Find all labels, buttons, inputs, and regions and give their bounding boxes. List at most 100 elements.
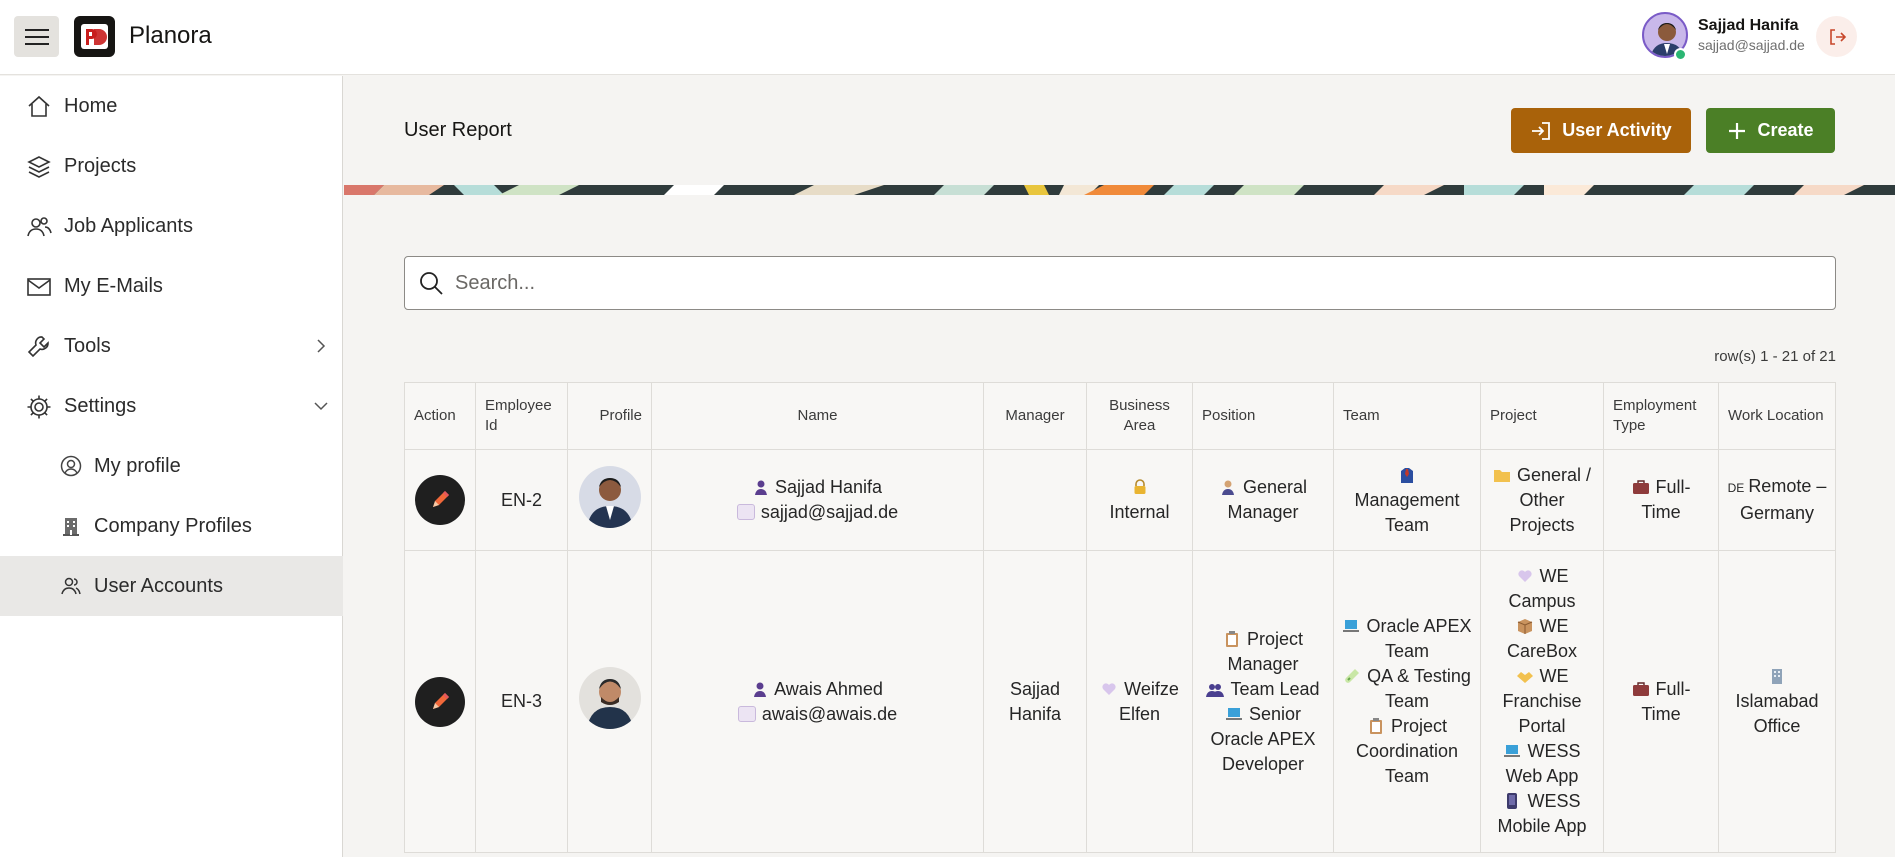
work-location-cell: Islamabad Office	[1718, 550, 1836, 853]
business-area-cell: Weifze Elfen	[1086, 550, 1193, 853]
briefcase-icon	[1632, 477, 1650, 494]
create-button[interactable]: Create	[1706, 108, 1835, 153]
nav-item-job-applicants[interactable]: Job Applicants	[0, 196, 343, 256]
col-header-profile[interactable]: Profile	[567, 382, 652, 450]
lock-icon	[1131, 477, 1149, 494]
clipboard-icon	[1223, 629, 1241, 647]
search-icon	[420, 272, 443, 295]
manager-person-icon	[1219, 477, 1237, 495]
nav-item-my-emails[interactable]: My E-Mails	[0, 256, 343, 316]
pencil-icon	[433, 491, 449, 507]
building-icon	[63, 518, 79, 536]
nav-item-user-accounts[interactable]: User Accounts	[0, 556, 343, 616]
employee-email[interactable]: awais@awais.de	[762, 704, 897, 724]
nav-item-my-profile[interactable]: My profile	[0, 436, 343, 496]
business-area-cell: Internal	[1086, 449, 1193, 551]
envelope-icon	[737, 705, 756, 722]
employee-id: EN-3	[475, 550, 568, 853]
plus-icon	[1729, 122, 1746, 139]
table-header-row: Action Employee Id Profile Name Manager …	[404, 382, 1836, 450]
pencil-icon	[433, 692, 449, 709]
layers-icon	[27, 156, 51, 178]
manager-cell	[983, 449, 1087, 551]
col-header-work-location[interactable]: Work Location	[1718, 382, 1836, 450]
hamburger-menu-button[interactable]	[14, 16, 59, 57]
chevron-down-icon	[314, 402, 328, 411]
position-cell: Project Manager Team Lead Senior Oracle …	[1192, 550, 1334, 853]
logout-button[interactable]	[1816, 16, 1857, 57]
home-icon	[28, 95, 50, 117]
col-header-employee-id[interactable]: Employee Id	[475, 382, 568, 450]
col-header-action[interactable]: Action	[404, 382, 476, 450]
team-cell: Oracle APEX Team QA & Testing Team Proje…	[1333, 550, 1481, 853]
manager-cell: Sajjad Hanifa	[983, 550, 1087, 853]
col-header-name[interactable]: Name	[651, 382, 984, 450]
project-cell: WE Campus WE CareBox WE Franchise Portal…	[1480, 550, 1604, 853]
table-row: EN-3 Awais Ahmed awais@awais.de Sajjad H…	[404, 550, 1836, 853]
logout-icon	[1829, 28, 1846, 45]
users-icon	[27, 217, 52, 237]
col-header-employment-type[interactable]: Employment Type	[1603, 382, 1719, 450]
clipboard-icon	[1367, 716, 1385, 734]
app-title: Planora	[129, 22, 212, 49]
package-icon	[1516, 616, 1534, 634]
employee-name: Sajjad Hanifa	[774, 477, 883, 497]
app-header: Planora Sajjad Hanifa sajjad@sajjad.de	[0, 0, 1895, 75]
wrench-icon	[27, 336, 49, 358]
sidebar: Home Projects Job Applicants My E-Mails …	[0, 76, 343, 857]
sign-in-icon	[1532, 121, 1551, 140]
edit-button[interactable]	[415, 475, 465, 525]
team-cell: Management Team	[1333, 449, 1481, 551]
user-circle-icon	[60, 455, 82, 477]
employment-type-cell: Full-Time	[1603, 449, 1719, 551]
nav-item-home[interactable]: Home	[0, 76, 343, 136]
row-count: row(s) 1 - 21 of 21	[1714, 348, 1836, 365]
app-logo[interactable]	[74, 16, 115, 57]
position-cell: General Manager	[1192, 449, 1334, 551]
envelope-icon	[736, 504, 755, 520]
profile-photo	[578, 465, 641, 528]
employee-name: Awais Ahmed	[774, 678, 883, 699]
decorative-banner	[344, 185, 1895, 195]
gear-icon	[27, 395, 51, 419]
nav-item-settings[interactable]: Settings	[0, 376, 343, 436]
employee-email[interactable]: sajjad@sajjad.de	[761, 502, 898, 522]
nav-item-company-profiles[interactable]: Company Profiles	[0, 496, 343, 556]
laptop-icon	[1342, 616, 1360, 632]
work-location-cell: DE Remote – Germany	[1718, 449, 1836, 551]
folder-icon	[1493, 465, 1511, 482]
action-cell	[404, 550, 476, 853]
user-report-table: Action Employee Id Profile Name Manager …	[404, 382, 1836, 853]
project-cell: General / Other Projects	[1480, 449, 1604, 551]
test-tube-icon	[1343, 666, 1361, 683]
nav-item-tools[interactable]: Tools	[0, 316, 343, 376]
name-cell: Awais Ahmed awais@awais.de	[651, 550, 984, 853]
user-name: Sajjad Hanifa	[1698, 17, 1799, 34]
col-header-manager[interactable]: Manager	[983, 382, 1087, 450]
laptop-icon	[1225, 704, 1243, 720]
person-icon	[752, 679, 768, 697]
search-input[interactable]	[455, 257, 1815, 309]
nav-item-projects[interactable]: Projects	[0, 136, 343, 196]
profile-cell	[567, 449, 652, 551]
users-icon	[61, 577, 81, 595]
col-header-business-area[interactable]: Business Area	[1086, 382, 1193, 450]
handshake-icon	[1516, 666, 1534, 683]
mobile-phone-icon	[1503, 791, 1521, 809]
edit-button[interactable]	[415, 676, 465, 727]
group-icon	[1206, 679, 1225, 697]
col-header-team[interactable]: Team	[1333, 382, 1481, 450]
profile-photo	[578, 667, 641, 729]
suit-icon	[1398, 465, 1416, 483]
col-header-project[interactable]: Project	[1480, 382, 1604, 450]
online-status-dot	[1674, 48, 1687, 61]
user-email: sajjad@sajjad.de	[1698, 37, 1805, 53]
search-field[interactable]	[404, 256, 1836, 310]
col-header-position[interactable]: Position	[1192, 382, 1334, 450]
employment-type-cell: Full-Time	[1603, 550, 1719, 853]
employee-id: EN-2	[475, 449, 568, 551]
heart-icon	[1516, 566, 1534, 582]
table-row: EN-2 Sajjad Hanifa sajjad@sajjad.de Inte…	[404, 449, 1836, 551]
laptop-icon	[1503, 741, 1521, 757]
user-activity-button[interactable]: User Activity	[1511, 108, 1691, 153]
